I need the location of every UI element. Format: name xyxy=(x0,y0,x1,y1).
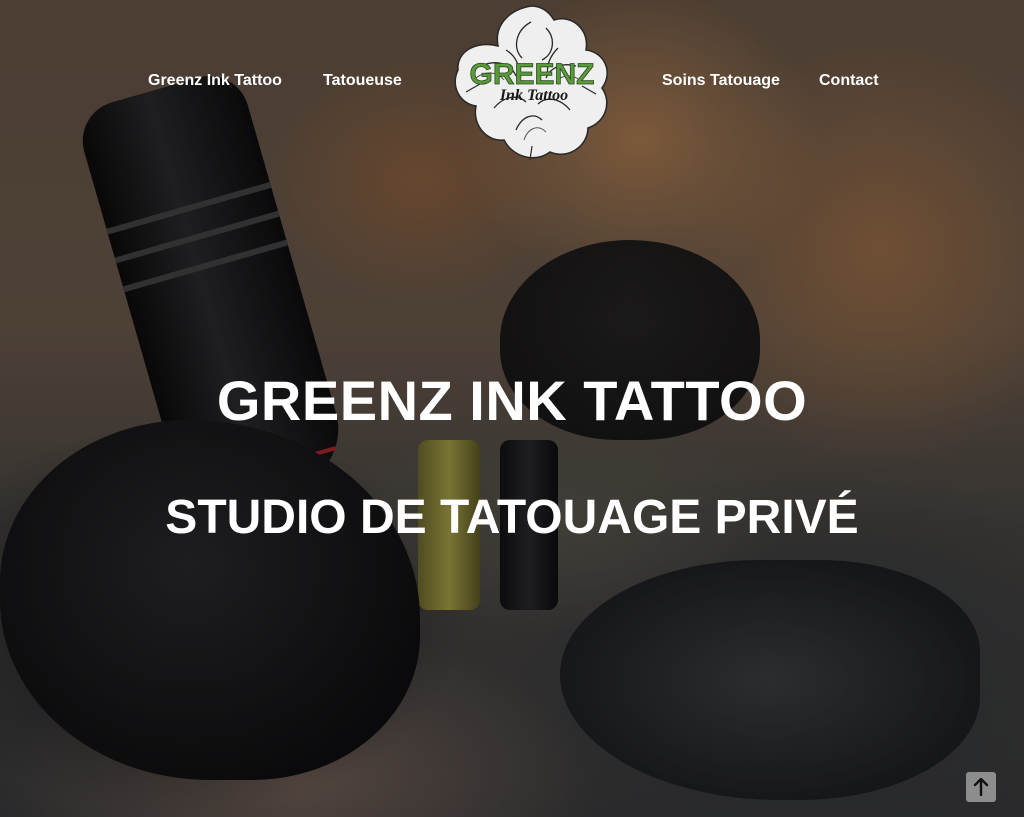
scroll-to-top-button[interactable] xyxy=(966,772,996,802)
hero-title: GREENZ INK TATTOO xyxy=(216,369,808,432)
nav-link-tatoueuse[interactable]: Tatoueuse xyxy=(323,72,402,90)
nav-link-greenz-ink-tattoo[interactable]: Greenz Ink Tattoo xyxy=(148,72,282,90)
nav-link-soins-tatouage[interactable]: Soins Tatouage xyxy=(662,72,780,90)
hero-subtitle: STUDIO DE TATOUAGE PRIVÉ xyxy=(165,491,859,544)
nav-link-contact[interactable]: Contact xyxy=(819,72,879,90)
site-logo[interactable]: GREENZ Ink Tattoo xyxy=(446,0,616,168)
arrow-up-icon xyxy=(973,778,989,796)
logo-text-ink-tattoo: Ink Tattoo xyxy=(499,87,568,104)
main-navigation: Greenz Ink Tattoo Tatoueuse GREENZ Ink T… xyxy=(0,0,1024,170)
hero-section: Greenz Ink Tattoo Tatoueuse GREENZ Ink T… xyxy=(0,0,1024,817)
